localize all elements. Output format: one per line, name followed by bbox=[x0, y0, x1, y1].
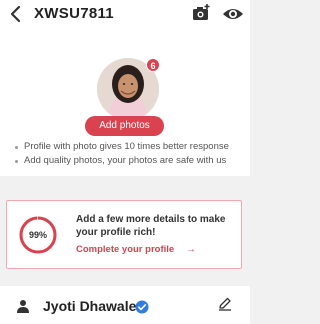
user-name-section: Jyoti Dhawale bbox=[0, 286, 250, 324]
photo-benefits-list: Profile with photo gives 10 times better… bbox=[14, 140, 250, 168]
profile-photo-section: 6 Add photos Profile with photo gives 10… bbox=[0, 30, 250, 176]
back-arrow-icon[interactable] bbox=[6, 4, 26, 24]
completion-percent: 99% bbox=[28, 230, 47, 240]
profile-completion-card[interactable]: 99% Add a few more details to make your … bbox=[6, 200, 242, 269]
edit-icon[interactable] bbox=[218, 297, 232, 311]
add-photo-camera-icon[interactable] bbox=[191, 3, 211, 23]
verified-check-icon bbox=[135, 300, 149, 314]
benefit-item: Add quality photos, your photos are safe… bbox=[14, 154, 250, 168]
photo-count-badge: 6 bbox=[146, 58, 160, 72]
eye-icon[interactable] bbox=[222, 4, 244, 24]
benefit-item: Profile with photo gives 10 times better… bbox=[14, 140, 250, 154]
profile-id-title: XWSU7811 bbox=[34, 5, 114, 22]
top-app-bar: XWSU7811 bbox=[0, 0, 250, 30]
add-photos-button[interactable]: Add photos bbox=[85, 116, 164, 136]
arrow-right-icon[interactable]: → bbox=[186, 244, 196, 255]
complete-profile-link[interactable]: Complete your profile bbox=[76, 244, 174, 255]
user-name: Jyoti Dhawale bbox=[43, 298, 137, 314]
completion-message: Add a few more details to make your prof… bbox=[76, 214, 226, 238]
user-icon bbox=[17, 300, 29, 313]
